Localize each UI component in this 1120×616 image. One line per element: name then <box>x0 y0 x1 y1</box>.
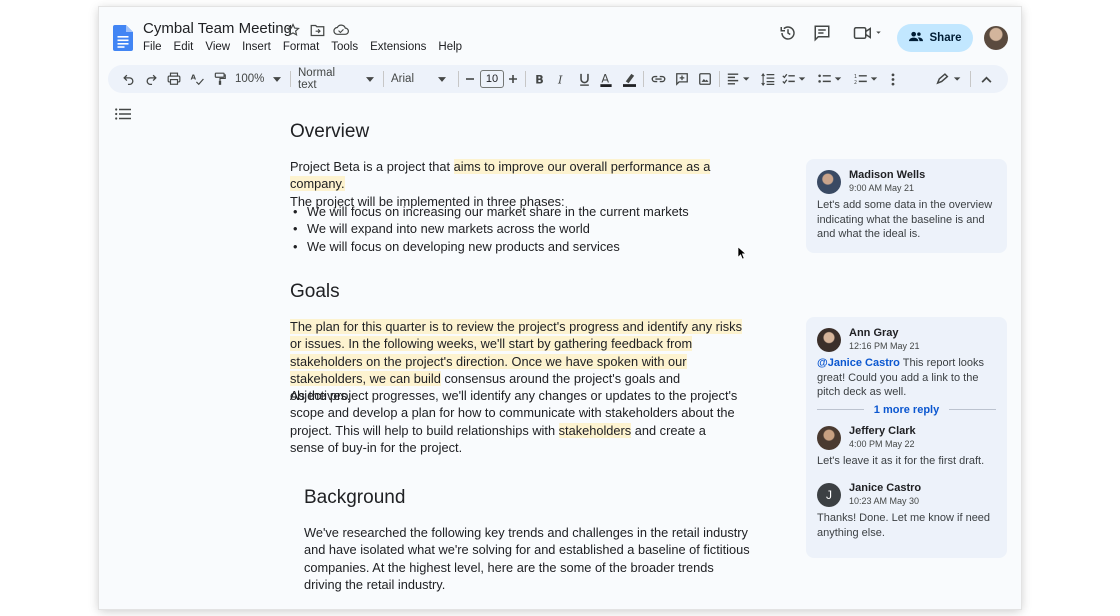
bulleted-list-select[interactable] <box>816 70 844 88</box>
docs-window: Cymbal Team Meeting File Edit View Inser… <box>99 7 1021 609</box>
paragraph-style-select[interactable]: Normal text <box>298 67 374 91</box>
menu-format[interactable]: Format <box>283 41 325 53</box>
underline-icon[interactable] <box>577 70 591 88</box>
svg-text:I: I <box>557 73 563 85</box>
comment-author: Jeffery Clark <box>849 424 916 437</box>
editing-mode-select[interactable] <box>934 70 964 88</box>
redo-icon[interactable] <box>143 70 159 88</box>
heading-background: Background <box>304 487 406 508</box>
svg-text:A: A <box>601 72 609 85</box>
mention-link[interactable]: @Janice Castro <box>817 357 900 369</box>
svg-text:A: A <box>191 74 197 82</box>
comment-timestamp: 9:00 AM May 21 <box>849 183 915 193</box>
document-title[interactable]: Cymbal Team Meeting <box>143 20 292 37</box>
avatar: J <box>817 483 841 508</box>
avatar <box>817 425 841 450</box>
menu-tools[interactable]: Tools <box>331 41 364 53</box>
zoom-value: 100% <box>235 73 265 85</box>
insert-link-icon[interactable] <box>650 70 666 88</box>
bold-icon[interactable]: B <box>532 70 546 88</box>
menu-bar: File Edit View Insert Format Tools Exten… <box>143 41 474 53</box>
italic-icon[interactable]: I <box>554 70 568 88</box>
menu-view[interactable]: View <box>205 41 236 53</box>
star-icon[interactable] <box>284 21 302 39</box>
comment-text: Thanks! Done. Let me know if need anythi… <box>817 512 991 539</box>
zoom-select[interactable]: 100% <box>235 70 285 88</box>
text-color-icon[interactable]: A <box>599 70 613 88</box>
user-avatar[interactable] <box>984 26 1008 50</box>
formatting-toolbar: A 100% Normal text Arial 10 B I A 1 2 <box>108 65 1008 93</box>
paint-format-icon[interactable] <box>211 70 229 88</box>
more-replies-divider: 1 more reply <box>817 404 997 416</box>
font-size-input[interactable]: 10 <box>480 70 504 88</box>
menu-help[interactable]: Help <box>438 41 468 53</box>
highlighted-text[interactable]: stakeholders <box>558 422 632 438</box>
increase-font-size-icon[interactable] <box>507 70 519 88</box>
menu-insert[interactable]: Insert <box>242 41 277 53</box>
comment-timestamp: 12:16 PM May 21 <box>849 341 920 351</box>
background-paragraph: We've researched the following key trend… <box>304 525 750 592</box>
numbered-list-select[interactable]: 12 <box>852 70 880 88</box>
comment-author: Madison Wells <box>849 169 926 181</box>
comment-text: @Janice Castro This report looks great! … <box>817 356 996 400</box>
comment-author: Ann Gray <box>849 327 899 339</box>
svg-text:1: 1 <box>854 74 857 80</box>
avatar <box>817 170 841 194</box>
comment-thread[interactable]: Ann Gray 12:16 PM May 21 @Janice Castro … <box>806 317 1007 558</box>
checklist-select[interactable] <box>780 70 808 88</box>
list-item: We will expand into new markets across t… <box>290 220 689 238</box>
share-button[interactable]: Share <box>897 24 973 52</box>
cloud-saved-icon[interactable] <box>332 21 350 39</box>
comment-history-icon[interactable] <box>812 23 832 43</box>
heading-overview: Overview <box>290 121 370 142</box>
overview-bullet-list: We will focus on increasing our market s… <box>290 203 689 255</box>
svg-text:B: B <box>535 73 543 85</box>
comment-timestamp: 10:23 AM May 30 <box>849 496 920 507</box>
mouse-pointer-icon <box>737 246 747 265</box>
document-outline-icon[interactable] <box>115 107 131 125</box>
version-history-icon[interactable] <box>778 23 798 43</box>
line-spacing-icon[interactable] <box>760 70 776 88</box>
chevron-up-icon[interactable] <box>978 70 994 88</box>
docs-logo-icon[interactable] <box>113 25 133 51</box>
comment-author: Janice Castro <box>849 482 922 495</box>
heading-goals: Goals <box>290 281 340 302</box>
comment-text: Let's add some data in the overview indi… <box>817 199 993 241</box>
undo-icon[interactable] <box>120 70 136 88</box>
comment-text: Let's leave it as it for the first draft… <box>817 454 985 467</box>
chevron-down-icon <box>273 76 282 82</box>
comment-timestamp: 4:00 PM May 22 <box>849 438 915 449</box>
move-to-folder-icon[interactable] <box>308 21 326 39</box>
share-label: Share <box>929 32 962 44</box>
svg-text:2: 2 <box>854 80 857 85</box>
menu-extensions[interactable]: Extensions <box>370 41 432 53</box>
list-item: We will focus on increasing our market s… <box>290 203 689 221</box>
highlight-color-icon[interactable] <box>622 70 636 88</box>
goals-paragraph-2: As the project progresses, we'll identif… <box>290 387 740 456</box>
meet-video-icon[interactable] <box>850 23 886 43</box>
avatar <box>817 328 841 352</box>
list-item: We will focus on developing new products… <box>290 238 689 256</box>
font-family-value: Arial <box>391 73 415 85</box>
paragraph-style-value: Normal text <box>298 67 336 91</box>
overview-intro-text: Project Beta is a project that <box>290 159 454 174</box>
decrease-font-size-icon[interactable] <box>464 70 476 88</box>
more-replies-link[interactable]: 1 more reply <box>874 404 939 416</box>
chevron-down-icon <box>366 76 374 82</box>
people-icon <box>908 31 923 45</box>
insert-image-icon[interactable] <box>697 70 713 88</box>
align-select[interactable] <box>725 70 753 88</box>
spellcheck-icon[interactable]: A <box>188 70 206 88</box>
chevron-down-icon <box>438 76 447 82</box>
font-family-select[interactable]: Arial <box>391 70 451 88</box>
comment-thread[interactable]: Madison Wells 9:00 AM May 21 Let's add s… <box>806 159 1007 253</box>
print-icon[interactable] <box>165 70 183 88</box>
more-options-icon[interactable] <box>888 70 898 88</box>
add-comment-icon[interactable] <box>674 70 690 88</box>
menu-file[interactable]: File <box>143 41 168 53</box>
menu-edit[interactable]: Edit <box>174 41 200 53</box>
